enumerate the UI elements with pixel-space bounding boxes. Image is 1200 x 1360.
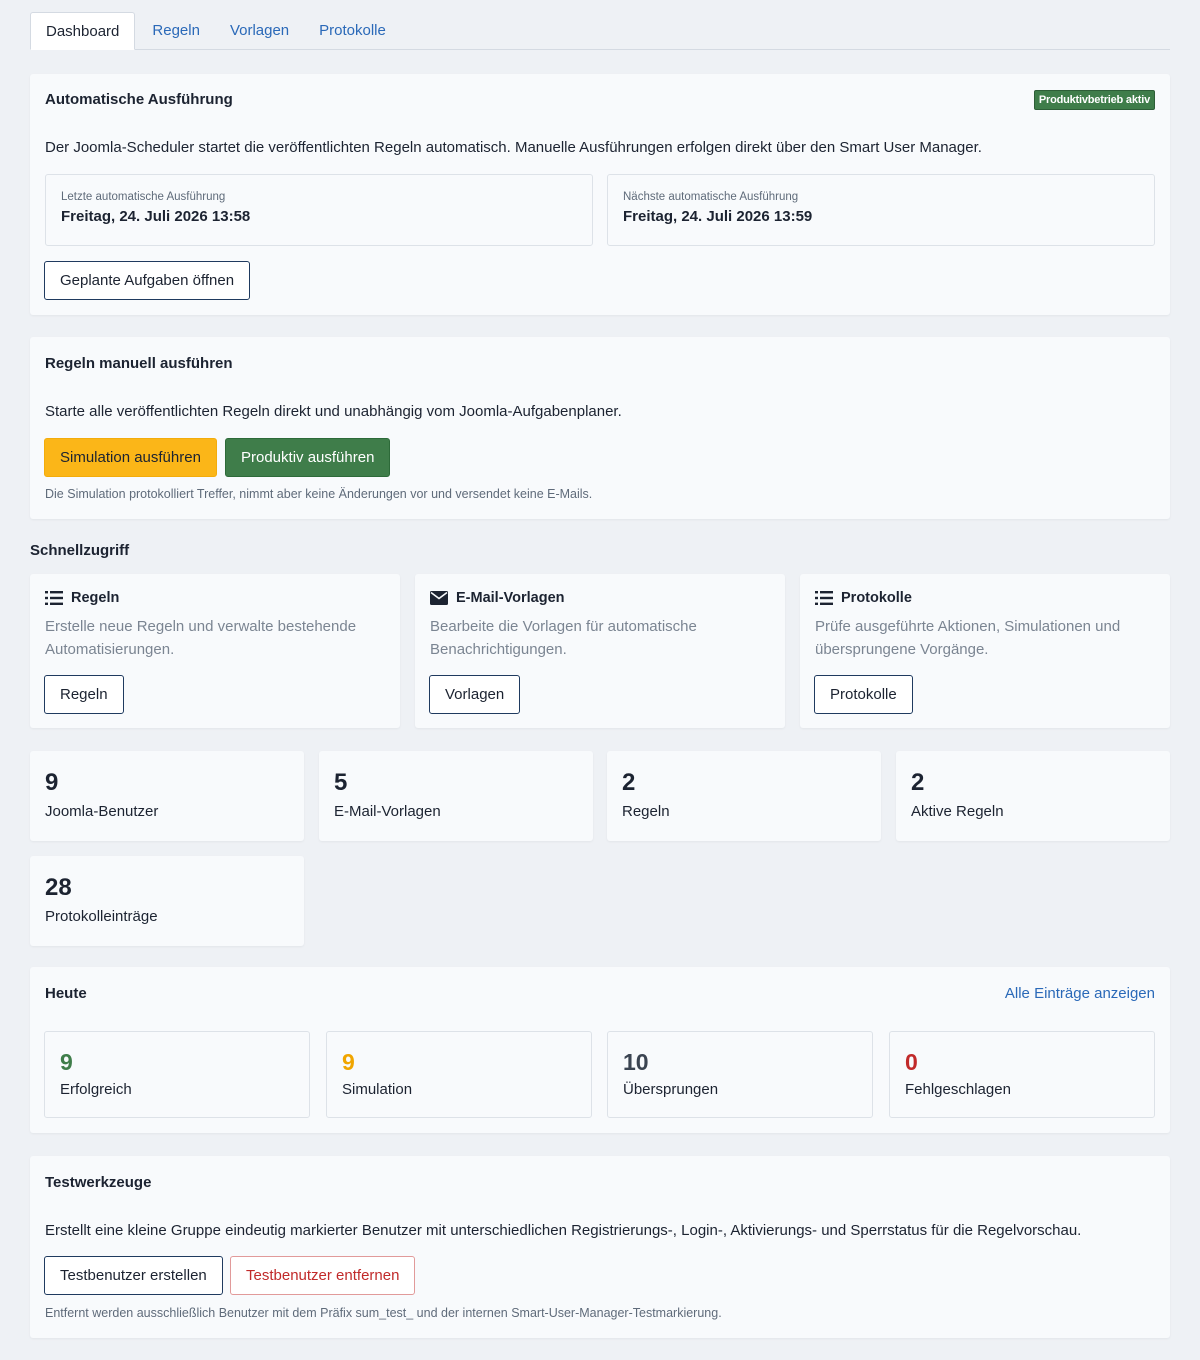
stat-label: Joomla-Benutzer [45,803,159,820]
stat-label: Aktive Regeln [911,803,1004,820]
stat-label: E-Mail-Vorlagen [334,803,441,820]
quick-rules-button[interactable]: Regeln [44,675,124,714]
run-simulation-button[interactable]: Simulation ausführen [44,438,217,477]
today-skipped-box: 10 Übersprungen [607,1031,873,1118]
quick-card-templates-header: E-Mail-Vorlagen [430,590,565,606]
test-tools-title: Testwerkzeuge [45,1174,152,1191]
stat-rules: 2 Regeln [607,751,881,841]
today-simulation-box: 9 Simulation [326,1031,592,1118]
quick-logs-button[interactable]: Protokolle [814,675,913,714]
quick-card-templates-description: Bearbeite die Vorlagen für automatische … [430,618,697,658]
last-run-value: Freitag, 24. Juli 2026 13:58 [61,208,251,225]
stat-value: 5 [334,769,348,796]
next-run-value: Freitag, 24. Juli 2026 13:59 [623,208,813,225]
envelope-icon [430,591,448,605]
last-run-box: Letzte automatische Ausführung Freitag, … [45,174,593,246]
quick-card-logs-title: Protokolle [841,590,912,606]
quick-card-templates: E-Mail-Vorlagen Bearbeite die Vorlagen f… [415,574,785,728]
auto-execution-title: Automatische Ausführung [45,91,233,108]
auto-execution-description: Der Joomla-Scheduler startet die veröffe… [45,139,982,156]
test-tools-note: Entfernt werden ausschließlich Benutzer … [45,1306,722,1320]
tab-bar: Dashboard Regeln Vorlagen Protokolle [30,12,1170,50]
all-entries-link[interactable]: Alle Einträge anzeigen [1005,985,1155,1002]
list-icon [45,591,63,605]
today-card: Heute Alle Einträge anzeigen 9 Erfolgrei… [30,967,1170,1133]
simulation-note: Die Simulation protokolliert Treffer, ni… [45,487,593,501]
today-skipped-value: 10 [623,1049,649,1075]
stat-value: 28 [45,874,72,901]
remove-test-users-button[interactable]: Testbenutzer entfernen [230,1256,416,1295]
open-scheduled-tasks-button[interactable]: Geplante Aufgaben öffnen [44,261,251,300]
stat-value: 2 [911,769,925,796]
test-tools-card: Testwerkzeuge Erstellt eine kleine Grupp… [30,1156,1170,1338]
quick-card-rules-title: Regeln [71,590,120,606]
page-container: Dashboard Regeln Vorlagen Protokolle Aut… [30,12,1170,1338]
tab-regeln[interactable]: Regeln [137,12,215,50]
stat-log-entries: 28 Protokolleinträge [30,856,304,946]
today-failed-box: 0 Fehlgeschlagen [889,1031,1155,1118]
manual-run-card: Regeln manuell ausführen Starte alle ver… [30,337,1170,519]
run-production-button[interactable]: Produktiv ausführen [225,438,391,477]
next-run-box: Nächste automatische Ausführung Freitag,… [607,174,1155,246]
quick-card-logs: Protokolle Prüfe ausgeführte Aktionen, S… [800,574,1170,728]
stat-label: Protokolleinträge [45,908,158,925]
quick-card-rules-header: Regeln [45,590,119,606]
quick-templates-button[interactable]: Vorlagen [429,675,521,714]
today-success-box: 9 Erfolgreich [44,1031,310,1118]
next-run-label: Nächste automatische Ausführung [623,191,799,203]
quick-card-logs-description: Prüfe ausgeführte Aktionen, Simulationen… [815,618,1121,658]
manual-run-title: Regeln manuell ausführen [45,355,233,372]
auto-execution-card: Automatische Ausführung Produktivbetrieb… [30,74,1170,315]
production-status-badge: Produktivbetrieb aktiv [1033,90,1155,110]
today-skipped-label: Übersprungen [623,1081,719,1098]
today-success-value: 9 [60,1049,73,1075]
stat-label: Regeln [622,803,670,820]
quick-card-rules: Regeln Erstelle neue Regeln und verwalte… [30,574,400,728]
stat-email-templates: 5 E-Mail-Vorlagen [319,751,593,841]
today-simulation-value: 9 [342,1049,355,1075]
quick-card-templates-title: E-Mail-Vorlagen [456,590,565,606]
create-test-users-button[interactable]: Testbenutzer erstellen [44,1256,223,1295]
manual-run-description: Starte alle veröffentlichten Regeln dire… [45,403,622,420]
quick-card-rules-description: Erstelle neue Regeln und verwalte besteh… [45,618,357,658]
last-run-label: Letzte automatische Ausführung [61,191,226,203]
test-tools-description: Erstellt eine kleine Gruppe eindeutig ma… [45,1222,1082,1239]
stat-active-rules: 2 Aktive Regeln [896,751,1170,841]
today-success-label: Erfolgreich [60,1081,132,1098]
today-simulation-label: Simulation [342,1081,413,1098]
today-failed-value: 0 [905,1049,918,1075]
tab-vorlagen[interactable]: Vorlagen [215,12,304,50]
tab-dashboard[interactable]: Dashboard [30,12,136,50]
stat-value: 2 [622,769,636,796]
list-icon [815,591,833,605]
tab-protokolle[interactable]: Protokolle [304,12,401,50]
today-failed-label: Fehlgeschlagen [905,1081,1011,1098]
quick-card-logs-header: Protokolle [815,590,912,606]
quick-access-title: Schnellzugriff [30,542,130,559]
today-title: Heute [45,985,87,1002]
stat-value: 9 [45,769,59,796]
stat-joomla-users: 9 Joomla-Benutzer [30,751,304,841]
